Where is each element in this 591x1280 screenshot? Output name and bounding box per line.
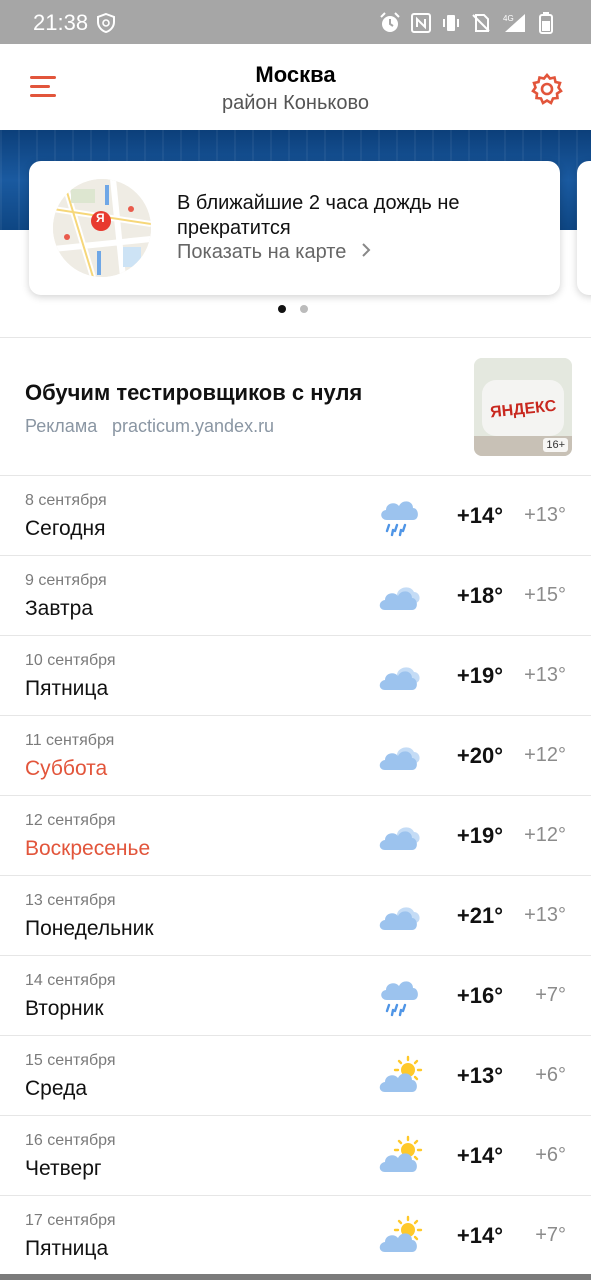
forecast-row[interactable]: 15 сентября Среда +13° +6° [0,1036,591,1116]
forecast-row[interactable]: 13 сентября Понедельник +21° +13° [0,876,591,956]
carousel-pager [278,305,308,313]
forecast-row[interactable]: 9 сентября Завтра +18° +15° [0,556,591,636]
forecast-high-temp: +14° [456,1223,503,1248]
divider [0,337,591,338]
shield-icon [97,13,115,33]
forecast-date: 16 сентября [25,1132,116,1149]
forecast-low-temp: +12° [524,824,566,846]
forecast-row[interactable]: 16 сентября Четверг +14° +6° [0,1116,591,1196]
forecast-low-temp: +13° [524,904,566,926]
ad-label: Реклама [25,416,98,436]
forecast-date: 15 сентября [25,1052,116,1069]
forecast-high-temp: +18° [456,583,503,608]
status-bar: 21:38 4G [0,0,591,44]
show-on-map-label: Показать на карте [177,241,347,263]
forecast-low-temp: +6° [535,1064,566,1086]
forecast-high-temp: +13° [456,1063,503,1088]
forecast-day: Понедельник [25,917,154,940]
map-thumbnail[interactable]: Я [53,179,151,277]
forecast-low-temp: +6° [535,1144,566,1166]
nfc-icon [411,13,431,33]
forecast-day: Завтра [25,597,94,620]
vibrate-icon [443,15,459,31]
alarm-icon [380,12,400,32]
partly-cloudy-icon [375,1134,425,1178]
forecast-high-temp: +14° [456,503,503,528]
city-title[interactable]: Москва [0,62,591,88]
pager-dot-active[interactable] [278,305,286,313]
cloudy-icon [375,734,425,778]
forecast-high-temp: +20° [456,743,503,768]
forecast-high-temp: +19° [456,823,503,848]
forecast-low-temp: +13° [524,664,566,686]
forecast-low-temp: +7° [535,1224,566,1246]
forecast-date: 8 сентября [25,492,107,509]
rain-icon [375,974,425,1018]
settings-gear-icon[interactable] [530,72,564,106]
cloudy-icon [375,894,425,938]
forecast-low-temp: +13° [524,504,566,526]
forecast-date: 14 сентября [25,972,116,989]
forecast-high-temp: +16° [456,983,503,1008]
forecast-high-temp: +14° [456,1143,503,1168]
show-on-map-link[interactable]: Показать на карте [177,241,372,264]
chevron-right-icon [362,243,371,257]
battery-icon [539,12,553,34]
forecast-day: Среда [25,1077,87,1100]
rain-icon [375,494,425,538]
forecast-low-temp: +15° [524,584,566,606]
forecast-low-temp: +7° [535,984,566,1006]
forecast-day: Четверг [25,1157,102,1180]
forecast-high-temp: +19° [456,663,503,688]
ad-domain[interactable]: practicum.yandex.ru [112,416,274,437]
cloudy-icon [375,574,425,618]
status-time: 21:38 [33,10,89,35]
forecast-date: 13 сентября [25,892,116,909]
forecast-day: Вторник [25,997,104,1020]
forecast-day: Суббота [25,757,108,780]
forecast-date: 17 сентября [25,1212,116,1229]
forecast-date: 9 сентября [25,572,107,589]
no-sim-icon [472,14,490,32]
yandex-map-badge: Я [96,211,105,225]
cloudy-icon [375,654,425,698]
bottom-strip [0,1274,591,1280]
forecast-low-temp: +12° [524,744,566,766]
map-image [53,179,151,277]
forecast-date: 12 сентября [25,812,116,829]
forecast-date: 11 сентября [25,732,115,749]
forecast-day: Воскресенье [25,837,151,860]
forecast-row[interactable]: 14 сентября Вторник +16° +7° [0,956,591,1036]
app-header: Москва район Коньково [0,44,591,130]
age-rating-badge: 16+ [543,438,568,452]
ad-image[interactable]: ЯНДЕКС 16+ [474,358,572,456]
forecast-date: 10 сентября [25,652,116,669]
next-card-peek[interactable] [577,161,591,295]
forecast-high-temp: +21° [456,903,503,928]
nowcast-card[interactable]: Я В ближайшие 2 часа дождь не прекратитс… [29,161,560,295]
district-subtitle[interactable]: район Коньково [0,92,591,115]
forecast-row[interactable]: 12 сентября Воскресенье +19° +12° [0,796,591,876]
partly-cloudy-icon [375,1214,425,1258]
signal-4g-icon: 4G [503,14,525,32]
pager-dot[interactable] [300,305,308,313]
forecast-day: Пятница [25,677,109,700]
ad-title[interactable]: Обучим тестировщиков с нуля [25,380,362,406]
forecast-row[interactable]: 11 сентября Суббота +20° +12° [0,716,591,796]
forecast-day: Сегодня [25,517,106,540]
nowcast-message: В ближайшие 2 часа дождь не прекратится [177,192,460,239]
cloudy-icon [375,814,425,858]
forecast-row[interactable]: 17 сентября Пятница +14° +7° [0,1196,591,1276]
forecast-row[interactable]: 8 сентября Сегодня +14° +13° [0,476,591,556]
partly-cloudy-icon [375,1054,425,1098]
forecast-row[interactable]: 10 сентября Пятница +19° +13° [0,636,591,716]
svg-text:4G: 4G [503,14,514,23]
forecast-day: Пятница [25,1237,109,1260]
